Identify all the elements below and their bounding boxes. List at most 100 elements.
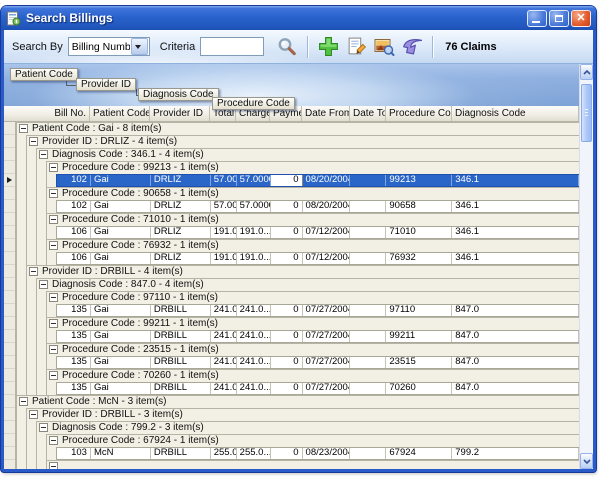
cell-date-from: 07/12/2004 (303, 253, 351, 264)
close-button[interactable]: ✕ (571, 10, 591, 27)
tree-indent-line (36, 161, 37, 174)
search-by-dropdown[interactable]: Billing Number (68, 37, 150, 56)
group-row[interactable]: Patient Code : Gai - 8 item(s) (16, 122, 579, 135)
column-header-patient-code[interactable]: Patient Code (90, 106, 150, 121)
collapse-icon[interactable] (49, 189, 58, 198)
tree-indent-line (46, 226, 47, 239)
cell-bill-no-: 106 (57, 253, 91, 264)
tree-indent-line (36, 291, 37, 304)
tree-indent-line (46, 187, 47, 200)
group-row[interactable]: Diagnosis Code : 847.0 - 4 item(s) (16, 278, 579, 291)
group-row[interactable]: Diagnosis Code : 799.2 - 3 item(s) (16, 421, 579, 434)
cell-date-to (350, 331, 386, 342)
group-row[interactable]: Procedure Code : 71010 - 1 item(s) (16, 213, 579, 226)
tree-indent-line (16, 187, 17, 200)
group-row[interactable]: Procedure Code : 97110 - 1 item(s) (16, 291, 579, 304)
group-row[interactable]: Provider ID : DRBILL - 4 item(s) (16, 265, 579, 278)
collapse-icon[interactable] (29, 410, 38, 419)
group-row-partial[interactable] (16, 460, 579, 469)
scroll-down-button[interactable] (580, 453, 593, 469)
cell-date-to (350, 175, 386, 186)
titlebar[interactable]: Search Billings ✕ (1, 6, 596, 30)
collapse-icon[interactable] (49, 345, 58, 354)
group-row[interactable]: Provider ID : DRLIZ - 4 item(s) (16, 135, 579, 148)
view-report-button[interactable] (372, 35, 396, 59)
tree-indent-line (36, 174, 37, 187)
scrollbar-thumb[interactable] (581, 84, 592, 142)
collapse-icon[interactable] (39, 280, 48, 289)
tree-indent-line (26, 200, 27, 213)
group-row[interactable]: Provider ID : DRBILL - 3 item(s) (16, 408, 579, 421)
vertical-scrollbar[interactable] (579, 64, 593, 469)
table-row[interactable]: 106GaiDRLIZ191.0...191.0...007/12/200471… (16, 226, 579, 239)
group-field-provider-id[interactable]: Provider ID (76, 78, 136, 91)
group-row[interactable]: Procedure Code : 99213 - 1 item(s) (16, 161, 579, 174)
minimize-icon (532, 21, 540, 23)
table-row[interactable]: 106GaiDRLIZ191.0...191.0...007/12/200476… (16, 252, 579, 265)
group-row[interactable]: Diagnosis Code : 346.1 - 4 item(s) (16, 148, 579, 161)
collapse-icon[interactable] (49, 241, 58, 250)
group-label: Procedure Code : 99211 - 1 item(s) (62, 317, 218, 330)
cell-provider-id: DRLIZ (151, 227, 211, 238)
table-row[interactable]: 102GaiDRLIZ57.00...57.0000008/20/2004906… (16, 200, 579, 213)
cell-total: 255.0... (211, 448, 237, 459)
table-row[interactable]: 135GaiDRBILL241.0...241.0...007/27/20047… (16, 382, 579, 395)
cell-provider-id: DRBILL (151, 305, 211, 316)
collapse-icon[interactable] (19, 124, 28, 133)
scroll-down-icon (583, 459, 591, 464)
group-field-procedure-code[interactable]: Procedure Code (212, 97, 295, 110)
group-row[interactable]: Procedure Code : 90658 - 1 item(s) (16, 187, 579, 200)
tree-indent-line (36, 343, 37, 356)
edit-billing-button[interactable] (344, 35, 368, 59)
column-header-date-to[interactable]: Date To (350, 106, 386, 121)
collapse-icon[interactable] (49, 436, 58, 445)
current-row-arrow-icon (7, 177, 12, 183)
group-label: Diagnosis Code : 346.1 - 4 item(s) (52, 148, 204, 161)
group-label: Patient Code : McN - 3 item(s) (32, 395, 166, 408)
criteria-input[interactable] (200, 37, 264, 56)
collapse-icon[interactable] (49, 215, 58, 224)
table-row[interactable]: 135GaiDRBILL241.0...241.0...007/27/20049… (16, 330, 579, 343)
group-row[interactable]: Procedure Code : 76932 - 1 item(s) (16, 239, 579, 252)
collapse-icon[interactable] (49, 462, 58, 469)
cell-procedure-code: 99213 (386, 175, 452, 186)
column-header-date-from[interactable]: Date From (302, 106, 350, 121)
collapse-icon[interactable] (29, 267, 38, 276)
group-row[interactable]: Procedure Code : 23515 - 1 item(s) (16, 343, 579, 356)
table-row[interactable]: 103McNDRBILL255.0...255.0...008/23/20046… (16, 447, 579, 460)
cell-date-from: 07/27/2004 (303, 331, 351, 342)
collapse-icon[interactable] (29, 137, 38, 146)
table-row[interactable]: 102GaiDRLIZ57.00...57.0000008/20/2004992… (16, 174, 579, 187)
collapse-icon[interactable] (39, 150, 48, 159)
collapse-icon[interactable] (49, 163, 58, 172)
group-row[interactable]: Patient Code : McN - 3 item(s) (16, 395, 579, 408)
app-icon[interactable] (6, 11, 21, 26)
collapse-icon[interactable] (39, 423, 48, 432)
group-row[interactable]: Procedure Code : 67924 - 1 item(s) (16, 434, 579, 447)
payment-edit-cell[interactable]: 0 (271, 175, 303, 186)
chevron-down-icon[interactable] (131, 38, 148, 55)
search-button[interactable] (275, 35, 299, 59)
send-claims-button[interactable] (400, 35, 424, 59)
tree-indent-line (26, 226, 27, 239)
table-row[interactable]: 135GaiDRBILL241.0...241.0...007/27/20042… (16, 356, 579, 369)
column-header-bill-no-[interactable]: Bill No. (4, 106, 90, 121)
collapse-icon[interactable] (49, 293, 58, 302)
group-field-diagnosis-code[interactable]: Diagnosis Code (138, 88, 219, 101)
column-header-diagnosis-code[interactable]: Diagnosis Code (452, 106, 579, 121)
add-billing-button[interactable] (316, 35, 340, 59)
column-header-provider-id[interactable]: Provider ID (150, 106, 210, 121)
group-field-patient-code[interactable]: Patient Code (10, 68, 78, 81)
scroll-up-button[interactable] (580, 64, 593, 80)
table-row[interactable]: 135GaiDRBILL241.0...241.0...007/27/20049… (16, 304, 579, 317)
maximize-button[interactable] (549, 10, 569, 27)
collapse-icon[interactable] (49, 319, 58, 328)
group-row[interactable]: Procedure Code : 99211 - 1 item(s) (16, 317, 579, 330)
column-header-procedure-code[interactable]: Procedure Code (386, 106, 452, 121)
collapse-icon[interactable] (19, 397, 28, 406)
collapse-icon[interactable] (49, 371, 58, 380)
minimize-button[interactable] (527, 10, 547, 27)
cell-charges: 191.0... (237, 253, 271, 264)
tree-indent-line (16, 369, 17, 382)
group-row[interactable]: Procedure Code : 70260 - 1 item(s) (16, 369, 579, 382)
